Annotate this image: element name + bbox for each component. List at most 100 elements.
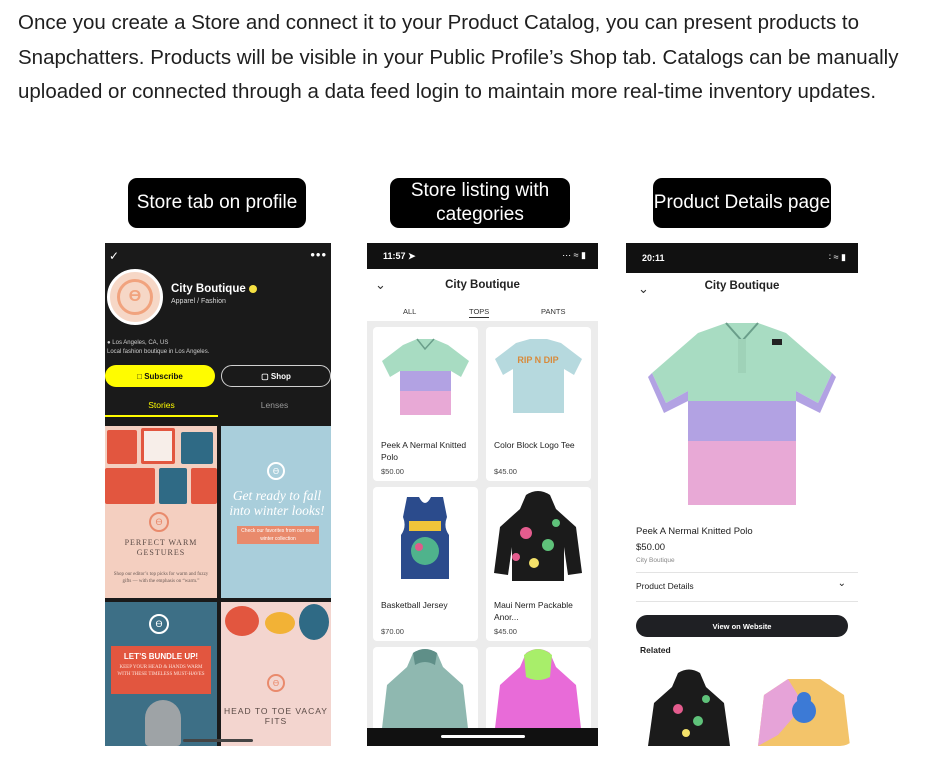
view-on-website-button[interactable]: View on Website [636, 615, 848, 637]
product-details-toggle[interactable]: Product Details [636, 581, 694, 591]
more-options-icon[interactable]: ••• [310, 247, 327, 262]
status-time: 20:11 [642, 253, 665, 263]
signal-wifi-battery-icon: ⋯ ≈ ▮ [562, 250, 586, 260]
story-tile-bundle-up[interactable]: ϴ LET’S BUNDLE UP! KEEP YOUR HEAD & HAND… [105, 602, 217, 746]
status-time: 11:57 ➤ [383, 251, 416, 261]
home-indicator [441, 735, 525, 738]
signal-wifi-battery-icon: ∶ ≈ ▮ [828, 252, 846, 262]
subscribe-button[interactable]: □ Subscribe [105, 365, 215, 387]
story-title: PERFECT WARM GESTURES [124, 538, 198, 557]
story-title: Get ready to fall into winter looks! [229, 488, 325, 518]
gift-box-graphic [191, 468, 217, 504]
product-image [373, 487, 478, 587]
mitten-graphic [145, 700, 181, 746]
store-logo-icon: ϴ [149, 614, 169, 634]
related-product-jacket[interactable] [648, 669, 730, 746]
product-name: Peek A Nermal Knitted Polo [636, 526, 753, 537]
seller-name: City Boutique [636, 557, 675, 564]
svg-text:RIP N DIP: RIP N DIP [517, 355, 558, 365]
story-subtitle: Shop our editor’s top picks for warm and… [113, 572, 209, 584]
tee-shirt-icon: RIP N DIP [495, 339, 582, 413]
shopping-bag-icon: ▢ [261, 371, 271, 381]
tab-all[interactable]: ALL [403, 307, 416, 316]
subscribe-label: Subscribe [144, 371, 183, 381]
product-name: Color Block Logo Tee [494, 440, 575, 450]
tab-stories[interactable]: Stories [105, 395, 218, 417]
location-text: ● Los Angeles, CA, US [107, 340, 169, 346]
intro-paragraph: Once you create a Store and connect it t… [18, 11, 899, 103]
anorak-jacket-icon [494, 491, 582, 581]
story-tile-vacay-fits[interactable]: ϴ HEAD TO TOE VACAY FITS [221, 602, 331, 746]
status-bar: 20:11 ∶ ≈ ▮ [626, 243, 858, 273]
divider [636, 601, 858, 602]
tab-lenses[interactable]: Lenses [218, 395, 331, 417]
caption-store-tab: Store tab on profile [128, 178, 306, 228]
store-logo-icon: ϴ [267, 462, 285, 480]
polo-shirt-icon [382, 338, 469, 415]
product-price: $45.00 [494, 467, 517, 476]
product-card[interactable]: Peek A Nermal Knitted Polo $50.00 [373, 327, 478, 481]
product-image: RIP N DIP [486, 327, 591, 427]
product-card[interactable]: RIP N DIP Color Block Logo Tee $45.00 [486, 327, 591, 481]
home-indicator-bar [367, 728, 598, 746]
leaf-graphic [225, 606, 259, 636]
divider [636, 572, 858, 573]
store-name: City Boutique [171, 283, 257, 295]
chevron-down-icon[interactable]: ✓ [109, 249, 119, 263]
tab-tops[interactable]: TOPS [469, 307, 490, 318]
home-indicator [183, 739, 253, 742]
product-price: $70.00 [381, 627, 404, 636]
product-hero-image [648, 322, 836, 505]
page-title: City Boutique [445, 279, 520, 291]
gift-box-graphic [181, 432, 213, 464]
store-logo-icon: ϴ [149, 512, 169, 532]
gift-box-graphic [107, 430, 137, 464]
gift-box-graphic [141, 428, 175, 464]
leaf-graphic [265, 612, 295, 634]
basketball-jersey-icon [401, 497, 449, 579]
listing-header: ⌄ City Boutique ALL TOPS PANTS [367, 269, 598, 321]
product-card[interactable] [486, 647, 591, 737]
story-subtitle: KEEP YOUR HEAD & HANDS WARM WITH THESE T… [117, 665, 205, 677]
colorblock-jacket-icon [494, 649, 582, 737]
store-location-bio: ● Los Angeles, CA, US Local fashion bout… [107, 339, 209, 357]
store-logo-icon: ϴ [117, 279, 153, 315]
product-name: Maui Nerm Packable Anor... [494, 600, 573, 622]
product-card[interactable]: Basketball Jersey $70.00 [373, 487, 478, 641]
product-name: Basketball Jersey [381, 600, 448, 610]
product-card[interactable]: Maui Nerm Packable Anor... $45.00 [486, 487, 591, 641]
tab-pants[interactable]: PANTS [541, 307, 565, 316]
related-heading: Related [640, 645, 671, 655]
product-card[interactable] [373, 647, 478, 737]
store-category: Apparel / Fashion [171, 298, 226, 305]
story-tile-warm-gestures[interactable]: ϴ PERFECT WARM GESTURES Shop our editor’… [105, 426, 217, 598]
printed-jacket-icon [381, 649, 469, 737]
story-title: LET’S BUNDLE UP! [123, 652, 199, 661]
story-title: HEAD TO TOE VACAY FITS [224, 706, 328, 726]
bookmark-icon: □ [137, 371, 145, 381]
status-bar: 11:57 ➤ ⋯ ≈ ▮ [367, 243, 598, 269]
verified-badge-icon [248, 284, 257, 293]
caption-product-details: Product Details page [653, 178, 831, 228]
leaf-graphic [299, 604, 329, 640]
product-price: $50.00 [381, 467, 404, 476]
profile-screen: ✓ ••• ϴ City Boutique Apparel / Fashion … [105, 243, 331, 746]
store-logo-icon: ϴ [267, 674, 285, 692]
product-price: $45.00 [494, 627, 517, 636]
product-name: Peek A Nermal Knitted Polo [381, 440, 467, 462]
product-details-screen: 20:11 ∶ ≈ ▮ ⌄ City Boutique Peek A Nerma… [626, 243, 858, 746]
product-price: $50.00 [636, 542, 666, 553]
store-listing-screen: 11:57 ➤ ⋯ ≈ ▮ ⌄ City Boutique ALL TOPS P… [367, 243, 598, 746]
gift-box-graphic [105, 468, 155, 504]
caption-store-listing: Store listing with categories [390, 178, 570, 228]
story-callout: Check our favorites from our new winter … [237, 526, 319, 544]
story-tile-winter-looks[interactable]: ϴ Get ready to fall into winter looks! C… [221, 426, 331, 598]
store-avatar[interactable]: ϴ [107, 269, 163, 325]
bio-text: Local fashion boutique in Los Angeles. [107, 349, 210, 355]
related-product-tie-dye[interactable] [758, 675, 850, 746]
product-image [486, 487, 591, 587]
page-title: City Boutique [704, 280, 780, 292]
shop-label: Shop [270, 371, 291, 381]
chevron-down-icon[interactable]: ⌄ [838, 578, 846, 589]
shop-button[interactable]: ▢ Shop [221, 365, 331, 387]
